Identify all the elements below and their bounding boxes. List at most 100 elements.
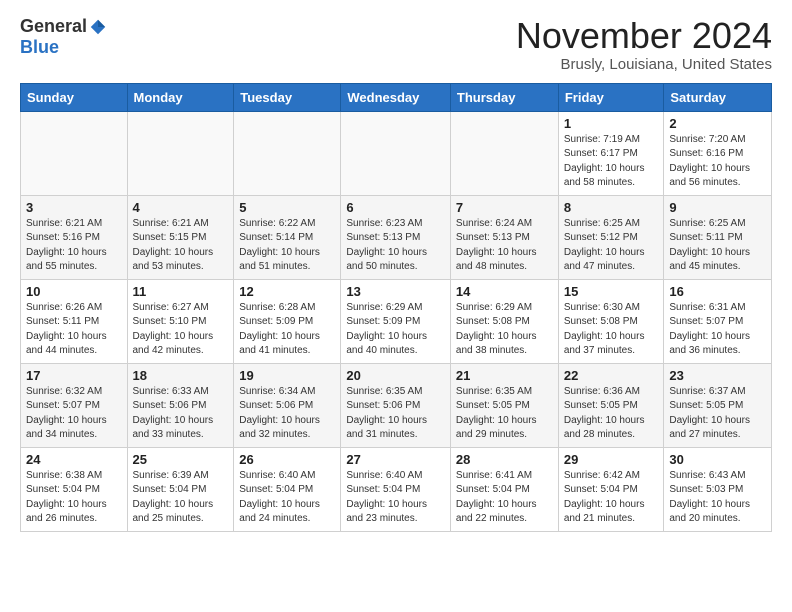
month-title: November 2024 [516, 16, 772, 56]
day-number: 1 [564, 116, 659, 131]
calendar-cell: 24 Sunrise: 6:38 AMSunset: 5:04 PMDayligh… [21, 447, 128, 531]
calendar-cell: 21Sunrise: 6:35 AMSunset: 5:05 PMDayligh… [450, 363, 558, 447]
day-info: Sunrise: 6:36 AMSunset: 5:05 PMDaylight:… [564, 385, 659, 443]
calendar-cell: 10 Sunrise: 6:26 AMSunset: 5:11 PMDayligh… [21, 279, 128, 363]
calendar-cell: 25 Sunrise: 6:39 AMSunset: 5:04 PMDayligh… [127, 447, 234, 531]
location: Brusly, Louisiana, United States [516, 56, 772, 73]
page: General Blue November 2024 Brusly, Louis… [0, 0, 792, 548]
calendar-cell: 14Sunrise: 6:29 AMSunset: 5:08 PMDayligh… [450, 279, 558, 363]
logo-icon [89, 18, 107, 36]
day-number: 20 [346, 368, 445, 383]
calendar-cell: 9Sunrise: 6:25 AMSunset: 5:11 PMDaylight… [664, 195, 772, 279]
calendar-week-row: 17Sunrise: 6:32 AMSunset: 5:07 PMDayligh… [21, 363, 772, 447]
calendar-week-row: 24 Sunrise: 6:38 AMSunset: 5:04 PMDayligh… [21, 447, 772, 531]
day-info: Sunrise: 6:30 AMSunset: 5:08 PMDaylight:… [564, 301, 659, 359]
calendar-cell: 28 Sunrise: 6:41 AMSunset: 5:04 PMDayligh… [450, 447, 558, 531]
day-number: 24 [26, 452, 122, 467]
calendar-cell [127, 111, 234, 195]
calendar-week-row: 10 Sunrise: 6:26 AMSunset: 5:11 PMDayligh… [21, 279, 772, 363]
day-number: 25 [133, 452, 229, 467]
day-info: Sunrise: 7:20 AMSunset: 6:16 PMDaylight:… [669, 133, 766, 191]
day-number: 27 [346, 452, 445, 467]
calendar-cell: 15 Sunrise: 6:30 AMSunset: 5:08 PMDayligh… [558, 279, 664, 363]
day-info: Sunrise: 6:43 AMSunset: 5:03 PMDaylight:… [669, 469, 766, 527]
col-header-thursday: Thursday [450, 83, 558, 111]
day-info: Sunrise: 6:33 AMSunset: 5:06 PMDaylight:… [133, 385, 229, 443]
day-number: 6 [346, 200, 445, 215]
day-info: Sunrise: 6:37 AMSunset: 5:05 PMDaylight:… [669, 385, 766, 443]
day-info: Sunrise: 6:29 AMSunset: 5:09 PMDaylight:… [346, 301, 445, 359]
day-info: Sunrise: 6:29 AMSunset: 5:08 PMDaylight:… [456, 301, 553, 359]
day-info: Sunrise: 6:40 AMSunset: 5:04 PMDaylight:… [239, 469, 335, 527]
calendar-cell: 22 Sunrise: 6:36 AMSunset: 5:05 PMDayligh… [558, 363, 664, 447]
col-header-saturday: Saturday [664, 83, 772, 111]
calendar-cell: 11 Sunrise: 6:27 AMSunset: 5:10 PMDayligh… [127, 279, 234, 363]
day-info: Sunrise: 6:35 AMSunset: 5:05 PMDaylight:… [456, 385, 553, 443]
calendar-cell: 3 Sunrise: 6:21 AMSunset: 5:16 PMDaylight… [21, 195, 128, 279]
day-number: 16 [669, 284, 766, 299]
day-number: 3 [26, 200, 122, 215]
calendar-cell [341, 111, 451, 195]
day-info: Sunrise: 6:24 AMSunset: 5:13 PMDaylight:… [456, 217, 553, 275]
day-info: Sunrise: 6:23 AMSunset: 5:13 PMDaylight:… [346, 217, 445, 275]
col-header-monday: Monday [127, 83, 234, 111]
calendar-cell: 18Sunrise: 6:33 AMSunset: 5:06 PMDayligh… [127, 363, 234, 447]
day-info: Sunrise: 6:39 AMSunset: 5:04 PMDaylight:… [133, 469, 229, 527]
calendar-cell: 20Sunrise: 6:35 AMSunset: 5:06 PMDayligh… [341, 363, 451, 447]
day-info: Sunrise: 7:19 AMSunset: 6:17 PMDaylight:… [564, 133, 659, 191]
day-info: Sunrise: 6:38 AMSunset: 5:04 PMDaylight:… [26, 469, 122, 527]
calendar-cell: 30 Sunrise: 6:43 AMSunset: 5:03 PMDayligh… [664, 447, 772, 531]
calendar-cell: 16Sunrise: 6:31 AMSunset: 5:07 PMDayligh… [664, 279, 772, 363]
calendar-week-row: 1 Sunrise: 7:19 AMSunset: 6:17 PMDaylight… [21, 111, 772, 195]
col-header-friday: Friday [558, 83, 664, 111]
day-number: 8 [564, 200, 659, 215]
day-number: 28 [456, 452, 553, 467]
day-number: 2 [669, 116, 766, 131]
day-number: 5 [239, 200, 335, 215]
calendar-cell: 12 Sunrise: 6:28 AMSunset: 5:09 PMDayligh… [234, 279, 341, 363]
day-number: 9 [669, 200, 766, 215]
logo-blue-text: Blue [20, 37, 59, 57]
day-info: Sunrise: 6:26 AMSunset: 5:11 PMDaylight:… [26, 301, 122, 359]
day-number: 26 [239, 452, 335, 467]
day-info: Sunrise: 6:41 AMSunset: 5:04 PMDaylight:… [456, 469, 553, 527]
header: General Blue November 2024 Brusly, Louis… [20, 16, 772, 73]
day-number: 19 [239, 368, 335, 383]
calendar-cell: 27 Sunrise: 6:40 AMSunset: 5:04 PMDayligh… [341, 447, 451, 531]
day-info: Sunrise: 6:25 AMSunset: 5:12 PMDaylight:… [564, 217, 659, 275]
calendar-cell: 8 Sunrise: 6:25 AMSunset: 5:12 PMDaylight… [558, 195, 664, 279]
day-number: 23 [669, 368, 766, 383]
calendar-cell: 17Sunrise: 6:32 AMSunset: 5:07 PMDayligh… [21, 363, 128, 447]
logo: General Blue [20, 16, 107, 58]
day-info: Sunrise: 6:42 AMSunset: 5:04 PMDaylight:… [564, 469, 659, 527]
day-number: 22 [564, 368, 659, 383]
day-number: 10 [26, 284, 122, 299]
calendar-cell: 26 Sunrise: 6:40 AMSunset: 5:04 PMDayligh… [234, 447, 341, 531]
day-number: 13 [346, 284, 445, 299]
calendar-week-row: 3 Sunrise: 6:21 AMSunset: 5:16 PMDaylight… [21, 195, 772, 279]
day-number: 15 [564, 284, 659, 299]
day-info: Sunrise: 6:40 AMSunset: 5:04 PMDaylight:… [346, 469, 445, 527]
day-number: 17 [26, 368, 122, 383]
day-number: 29 [564, 452, 659, 467]
col-header-wednesday: Wednesday [341, 83, 451, 111]
calendar-cell: 6 Sunrise: 6:23 AMSunset: 5:13 PMDaylight… [341, 195, 451, 279]
calendar-cell: 29 Sunrise: 6:42 AMSunset: 5:04 PMDayligh… [558, 447, 664, 531]
calendar-cell: 23 Sunrise: 6:37 AMSunset: 5:05 PMDayligh… [664, 363, 772, 447]
day-number: 30 [669, 452, 766, 467]
day-info: Sunrise: 6:27 AMSunset: 5:10 PMDaylight:… [133, 301, 229, 359]
day-info: Sunrise: 6:28 AMSunset: 5:09 PMDaylight:… [239, 301, 335, 359]
day-info: Sunrise: 6:34 AMSunset: 5:06 PMDaylight:… [239, 385, 335, 443]
day-number: 4 [133, 200, 229, 215]
calendar-cell: 7Sunrise: 6:24 AMSunset: 5:13 PMDaylight… [450, 195, 558, 279]
calendar-cell: 13 Sunrise: 6:29 AMSunset: 5:09 PMDayligh… [341, 279, 451, 363]
calendar-cell [450, 111, 558, 195]
calendar-cell: 5 Sunrise: 6:22 AMSunset: 5:14 PMDaylight… [234, 195, 341, 279]
day-info: Sunrise: 6:22 AMSunset: 5:14 PMDaylight:… [239, 217, 335, 275]
calendar-table: SundayMondayTuesdayWednesdayThursdayFrid… [20, 83, 772, 532]
day-info: Sunrise: 6:21 AMSunset: 5:16 PMDaylight:… [26, 217, 122, 275]
calendar-cell: 4 Sunrise: 6:21 AMSunset: 5:15 PMDaylight… [127, 195, 234, 279]
day-number: 12 [239, 284, 335, 299]
day-number: 11 [133, 284, 229, 299]
day-info: Sunrise: 6:21 AMSunset: 5:15 PMDaylight:… [133, 217, 229, 275]
